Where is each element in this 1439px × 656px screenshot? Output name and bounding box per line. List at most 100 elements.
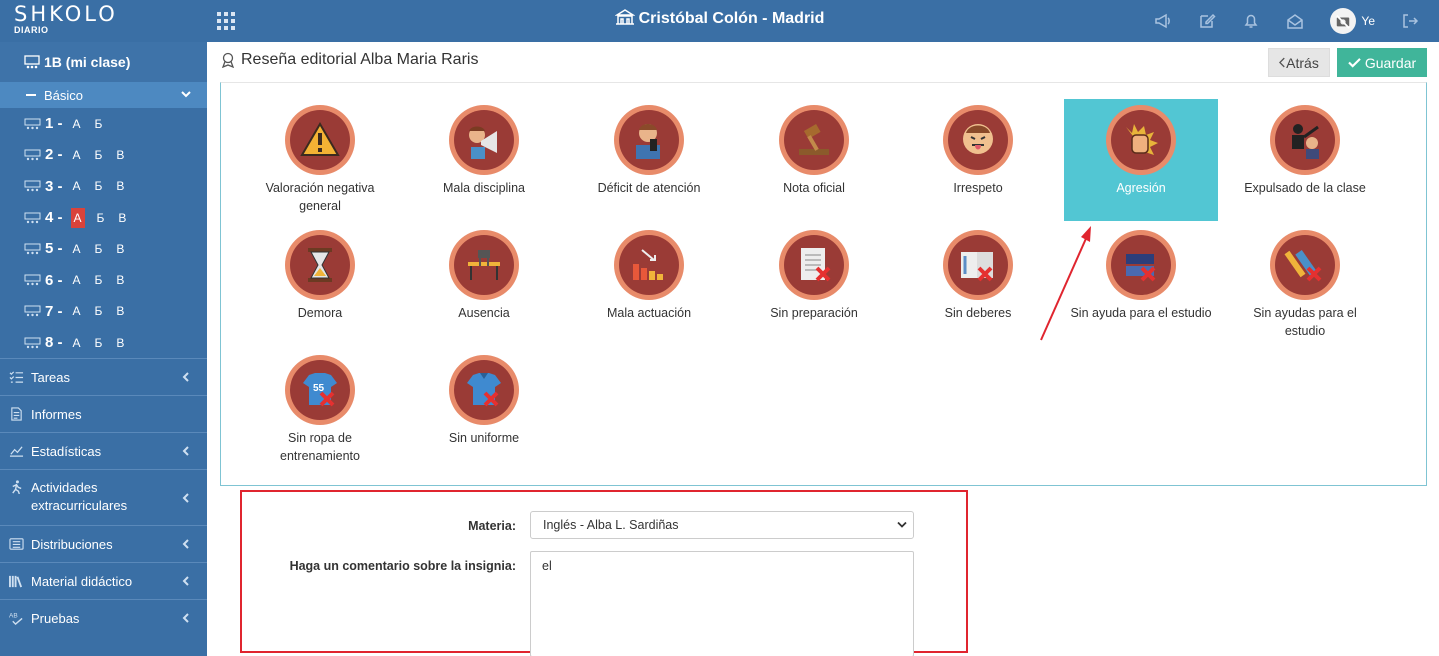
bell-icon[interactable] [1242, 12, 1260, 30]
badge-option[interactable]: Sin ayudas para el estudio [1228, 224, 1382, 346]
sidebar-basic-group[interactable]: Básico [0, 82, 207, 108]
grade-section-link[interactable]: В [114, 148, 126, 162]
grade-number[interactable]: 1 - [45, 115, 63, 132]
grade-section-link[interactable]: А [71, 148, 83, 162]
badge-circle [1270, 105, 1340, 175]
sidebar-menu: Tareas Informes Estadísticas Actividades ex… [0, 358, 207, 636]
badge-option[interactable]: Sin preparación [737, 224, 891, 346]
sidebar-item-estadisticas[interactable]: Estadísticas [0, 432, 207, 469]
save-button[interactable]: Guardar [1337, 48, 1427, 77]
sidebar-item-label: Actividades extracurriculares [31, 480, 128, 514]
sidebar-item-tareas[interactable]: Tareas [0, 358, 207, 395]
grade-section-link[interactable]: Б [93, 336, 105, 350]
envelope-open-icon[interactable] [1286, 12, 1304, 30]
spellcheck-icon: AB [9, 613, 23, 626]
grade-section-link[interactable]: В [116, 211, 128, 225]
classroom-icon [24, 212, 41, 223]
grade-number[interactable]: 2 - [45, 146, 63, 163]
grade-section-link[interactable]: Б [93, 242, 105, 256]
grade-section-link[interactable]: А [71, 336, 83, 350]
sidebar-my-class[interactable]: 1B (mi clase) [0, 42, 207, 82]
badge-option[interactable]: Demora [243, 224, 397, 346]
grade-section-link[interactable]: Б [93, 273, 105, 287]
classroom-icon [24, 180, 41, 192]
grade-section-link[interactable]: А [71, 273, 83, 287]
classroom-icon [24, 149, 41, 161]
badge-inner [454, 360, 514, 420]
gavel-icon [799, 124, 829, 155]
page-title: Reseña editorial Alba Maria Raris [220, 51, 478, 69]
grade-section-link[interactable]: В [114, 242, 126, 256]
sidebar-item-pruebas[interactable]: AB Pruebas [0, 599, 207, 636]
top-bar: SHKOLO DIARIO Cristóbal Colón - Madrid Y… [0, 0, 1439, 42]
grade-number[interactable]: 4 - [45, 209, 63, 226]
badge-option[interactable]: Agresión [1064, 99, 1218, 221]
page-header: Reseña editorial Alba Maria Raris Atrás … [220, 48, 1430, 82]
grade-number[interactable]: 6 - [45, 272, 63, 289]
annotation-arrow [1040, 226, 1091, 341]
badge-label: Ausencia [458, 306, 510, 320]
badge-label: Déficit de atención [597, 181, 701, 195]
user-menu[interactable]: Ye [1330, 8, 1375, 34]
badge-label: Valoración negativa general [265, 181, 375, 213]
badge-inner [1275, 235, 1335, 295]
grade-section-link[interactable]: В [114, 273, 126, 287]
badge-option[interactable]: Déficit de atención [572, 99, 726, 221]
comment-label: Haga un comentario sobre la insignia: [289, 559, 516, 573]
school-name: Cristóbal Colón - Madrid [638, 10, 825, 27]
grade-number[interactable]: 8 - [45, 334, 63, 351]
grade-number[interactable]: 7 - [45, 303, 63, 320]
edit-icon[interactable] [1198, 12, 1216, 30]
badge-circle [285, 105, 355, 175]
comment-textarea[interactable]: el [530, 551, 914, 656]
sidebar-item-distribuciones[interactable]: Distribuciones [0, 525, 207, 562]
badge-option[interactable]: Ausencia [407, 224, 561, 346]
badge-option[interactable]: Nota oficial [737, 99, 891, 221]
grade-section-link[interactable]: А [71, 242, 83, 256]
subject-label: Materia: [468, 519, 516, 533]
top-icons: Ye [1154, 8, 1419, 34]
grade-section-link[interactable]: Б [93, 179, 105, 193]
grade-section-link[interactable]: Б [95, 211, 107, 225]
badge-circle [1270, 230, 1340, 300]
grade-section-link[interactable]: А [71, 179, 83, 193]
badge-option[interactable]: Valoración negativa general [243, 99, 397, 221]
sidebar: 1B (mi clase) Básico 1 -АБ2 -АБВ3 -АБВ4 … [0, 42, 207, 656]
sidebar-item-material[interactable]: Material didáctico [0, 562, 207, 599]
grade-section-link[interactable]: Б [93, 304, 105, 318]
badge-label: Demora [297, 306, 343, 320]
grade-number[interactable]: 5 - [45, 240, 63, 257]
badge-option[interactable]: Mala actuación [572, 224, 726, 346]
badge-option[interactable]: Mala disciplina [407, 99, 561, 221]
classroom-icon [24, 243, 41, 255]
grade-section-link[interactable]: Б [93, 117, 105, 131]
report-icon [11, 407, 22, 422]
subject-select[interactable]: Inglés - Alba L. Sardiñas [530, 511, 914, 539]
grade-list: 1 -АБ2 -АБВ3 -АБВ4 -АБВ5 -АБВ6 -АБВ7 -АБ… [0, 108, 207, 358]
logout-icon[interactable] [1401, 12, 1419, 30]
camera-off-icon [1336, 15, 1351, 29]
sidebar-item-actividades[interactable]: Actividades extracurriculares [0, 469, 207, 525]
grade-section-link[interactable]: В [114, 304, 126, 318]
badge-form: Materia: Inglés - Alba L. Sardiñas Haga … [240, 490, 968, 656]
badge-label: Sin ayudas para el estudio [1253, 306, 1357, 338]
back-button[interactable]: Atrás [1268, 48, 1330, 77]
chevron-down-icon [897, 521, 907, 528]
badge-option[interactable]: 55 Sin ropa de entrenamiento [243, 349, 397, 471]
badge-option[interactable]: Sin uniforme [407, 349, 561, 471]
fist-icon [1126, 124, 1158, 155]
minus-icon [26, 94, 36, 96]
grade-number[interactable]: 3 - [45, 178, 63, 195]
badge-option[interactable]: Expulsado de la clase [1228, 99, 1382, 221]
sidebar-basic-label: Básico [44, 87, 84, 103]
grade-section-link[interactable]: А [71, 117, 83, 131]
grade-section-link[interactable]: А [70, 207, 85, 228]
page-title-text: Reseña editorial Alba Maria Raris [241, 51, 479, 68]
megaphone-icon[interactable] [1154, 12, 1172, 30]
grade-section-link[interactable]: В [114, 179, 126, 193]
grade-section-link[interactable]: Б [93, 148, 105, 162]
grade-section-link[interactable]: А [71, 304, 83, 318]
sidebar-item-informes[interactable]: Informes [0, 395, 207, 432]
grade-section-link[interactable]: В [114, 336, 126, 350]
badge-option[interactable]: Irrespeto [901, 99, 1055, 221]
